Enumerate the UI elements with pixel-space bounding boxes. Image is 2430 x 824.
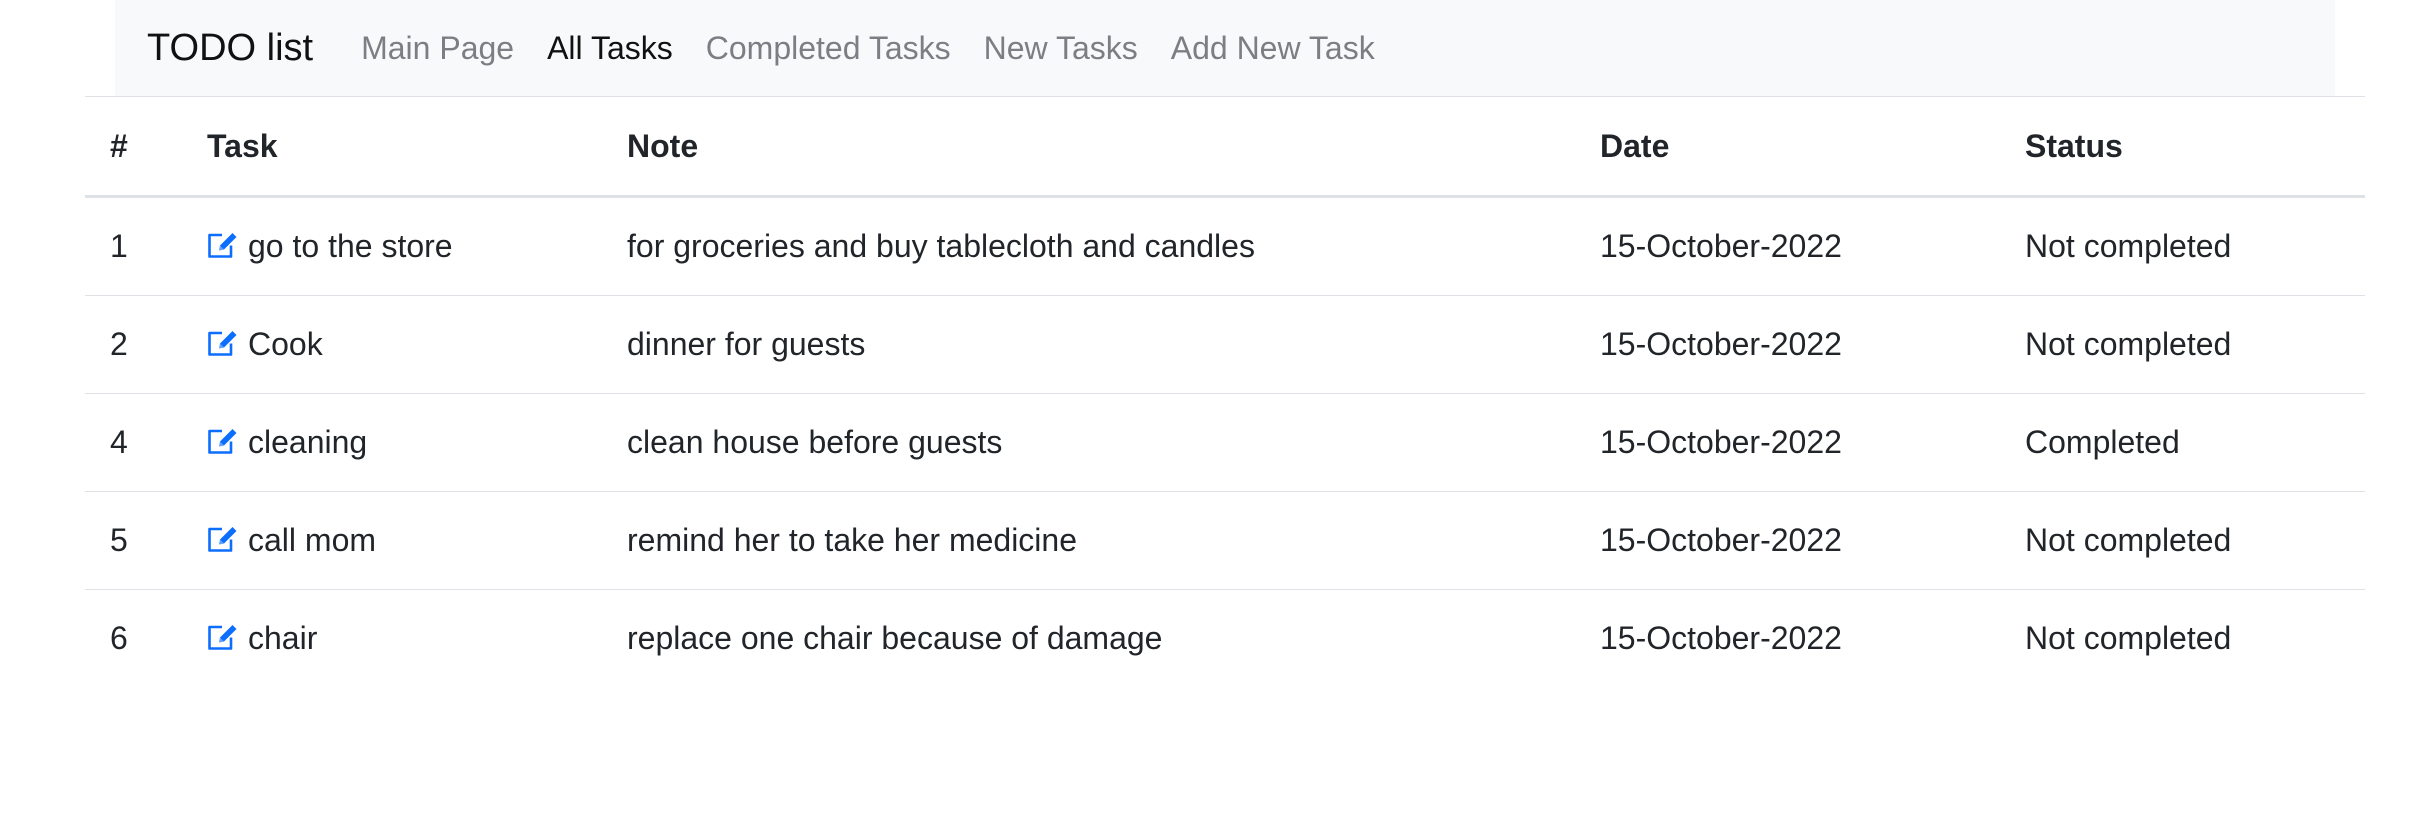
column-header-status: Status	[2000, 96, 2365, 198]
task-cell: call mom	[182, 491, 602, 590]
tasks-table-container: # Task Note Date Status 1 go to the store…	[85, 96, 2365, 687]
table-row: 6 chair replace one chair because of damag…	[85, 590, 2365, 688]
task-note-cell: dinner for guests	[602, 295, 1575, 394]
task-cell: chair	[182, 590, 602, 688]
task-number-cell: 2	[85, 295, 182, 394]
nav-links: Main Page All Tasks Completed Tasks New …	[361, 30, 1408, 67]
task-note-cell: for groceries and buy tablecloth and can…	[602, 196, 1575, 296]
navbar-brand[interactable]: TODO list	[147, 27, 313, 70]
task-cell: cleaning	[182, 393, 602, 492]
task-name: chair	[248, 620, 318, 656]
task-status-cell: Not completed	[2000, 196, 2365, 296]
task-number-cell: 4	[85, 393, 182, 492]
tasks-table-body: 1 go to the store for groceries and buy ta…	[85, 196, 2365, 688]
task-number-cell: 6	[110, 620, 128, 656]
task-number-cell: 5	[85, 491, 182, 590]
task-number-cell: 1	[85, 196, 182, 296]
task-date-cell: 15-October-2022	[1575, 491, 2000, 590]
task-date-cell: 15-October-2022	[1575, 393, 2000, 492]
task-status-cell: Not completed	[2000, 295, 2365, 394]
edit-icon[interactable]	[207, 426, 239, 456]
edit-icon[interactable]	[207, 524, 239, 554]
nav-link-new-tasks[interactable]: New Tasks	[984, 30, 1138, 67]
task-name: call mom	[248, 522, 377, 558]
column-header-date: Date	[1575, 96, 2000, 198]
task-status-cell: Not completed	[2000, 491, 2365, 590]
navbar: TODO list Main Page All Tasks Completed …	[115, 0, 2335, 96]
task-name: cleaning	[248, 424, 368, 460]
table-row: 5 call mom remind her to take her medicine…	[85, 491, 2365, 590]
nav-link-add-new-task[interactable]: Add New Task	[1171, 30, 1375, 67]
column-header-number: #	[85, 96, 182, 198]
task-status-cell: Not completed	[2025, 620, 2232, 656]
task-note-cell: remind her to take her medicine	[602, 491, 1575, 590]
edit-icon[interactable]	[207, 622, 239, 652]
nav-link-all-tasks[interactable]: All Tasks	[547, 30, 673, 67]
column-header-note: Note	[602, 96, 1575, 198]
edit-icon[interactable]	[207, 230, 239, 260]
task-date-cell: 15-October-2022	[1575, 196, 2000, 296]
task-date-cell: 15-October-2022	[1600, 620, 1842, 656]
table-row: 1 go to the store for groceries and buy ta…	[85, 196, 2365, 296]
edit-icon[interactable]	[207, 328, 239, 358]
nav-link-main-page[interactable]: Main Page	[361, 30, 514, 67]
table-row: 2 Cook dinner for guests 15-October-2022 Not…	[85, 295, 2365, 394]
task-name: Cook	[248, 326, 323, 362]
task-note-cell: clean house before guests	[602, 393, 1575, 492]
column-header-task: Task	[182, 96, 602, 198]
task-note-cell: replace one chair because of damage	[627, 620, 1163, 656]
task-name: go to the store	[248, 228, 453, 264]
task-cell: Cook	[182, 295, 602, 394]
task-status-cell: Completed	[2000, 393, 2365, 492]
task-date-cell: 15-October-2022	[1575, 295, 2000, 394]
tasks-table: # Task Note Date Status 1 go to the store…	[85, 96, 2365, 687]
table-header-row: # Task Note Date Status	[85, 96, 2365, 198]
table-row: 4 cleaning clean house before guests 15-Oct…	[85, 393, 2365, 492]
task-cell: go to the store	[182, 196, 602, 296]
nav-link-completed-tasks[interactable]: Completed Tasks	[706, 30, 951, 67]
